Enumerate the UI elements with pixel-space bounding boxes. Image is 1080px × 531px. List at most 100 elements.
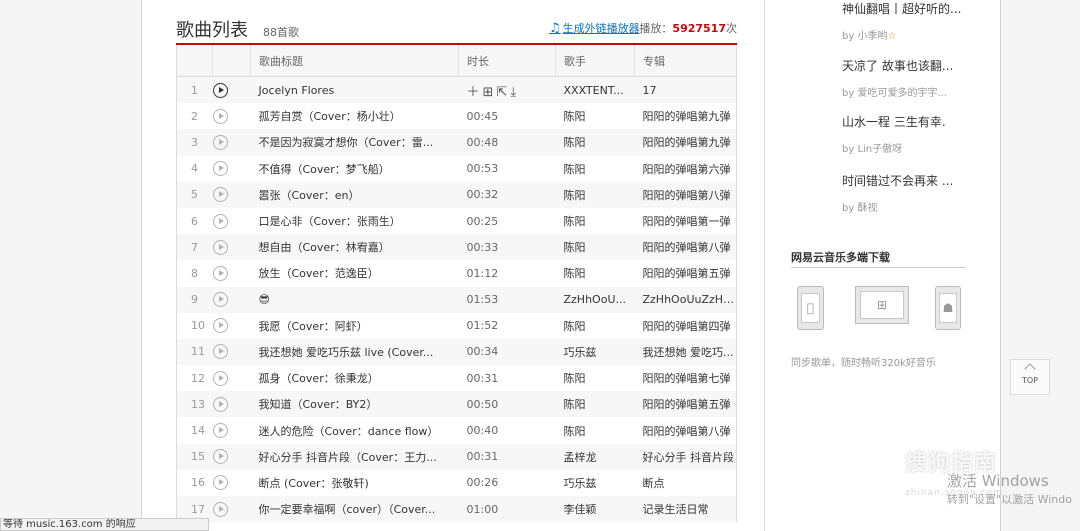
play-icon[interactable] [212,187,228,203]
song-album[interactable]: 阳阳的弹唱第九弹 [634,129,737,156]
song-album[interactable]: 阳阳的弹唱第一弹 [634,207,737,235]
song-title[interactable]: 我愿（Cover：阿虾） [250,312,459,339]
song-title[interactable]: 我知道（Cover：BY2） [250,391,459,418]
table-row[interactable]: 10 我愿（Cover：阿虾） 01:52 陈阳 阳阳的弹唱第四弹 [176,312,737,339]
sidebar-playlist-item[interactable]: 天凉了 故事也该翻... by 爱吃可爱多的宇宇... [842,57,967,99]
song-title[interactable]: 断点 (Cover：张敬轩) [250,469,459,496]
table-row[interactable]: 11 我还想她 爱吃巧乐兹 live (Cover... 00:34 巧乐兹 我还想她 … [176,338,737,366]
play-icon[interactable] [212,344,228,360]
play-cell[interactable] [212,181,251,208]
song-album[interactable]: ZzHhOoUuZzHh... [634,286,737,313]
play-icon[interactable] [212,239,228,255]
play-cell[interactable] [212,496,251,523]
generate-player-link[interactable]: ♫ 生成外链播放器 [549,20,640,36]
play-cell[interactable] [212,207,251,235]
add-icon[interactable]: ＋ [467,85,483,100]
playlist-name[interactable]: 天凉了 故事也该翻... [842,57,967,74]
song-artist[interactable]: 孟梓龙 [555,443,635,470]
sidebar-playlist-item[interactable]: 时间错过不会再来 ... by 酥视 [842,172,967,214]
song-title[interactable]: 不是因为寂寞才想你（Cover：雷... [250,129,459,156]
play-cell[interactable] [212,155,251,182]
song-album[interactable]: 阳阳的弹唱第八弹 [634,417,737,444]
playlist-name[interactable]: 神仙翻唱丨超好听的... [842,0,967,17]
play-cell[interactable] [212,391,251,418]
table-row[interactable]: 7 想自由（Cover：林宥嘉） 00:33 陈阳 阳阳的弹唱第八弹 [176,234,737,261]
android-icon[interactable]: ☗ [935,286,961,330]
play-icon[interactable] [212,134,228,150]
song-title[interactable]: 放生（Cover：范逸臣） [250,260,459,287]
song-album[interactable]: 我还想她 爱吃巧... [634,338,737,366]
song-album[interactable]: 好心分手 抖音片段 [634,443,737,470]
play-cell[interactable] [212,260,251,287]
song-album[interactable]: 17 [634,76,737,104]
windows-icon[interactable]: ⊞ [855,286,909,324]
song-artist[interactable]: 陈阳 [555,312,635,339]
song-artist[interactable]: 陈阳 [555,260,635,287]
playlist-name[interactable]: 时间错过不会再来 ... [842,172,967,189]
song-artist[interactable]: 李佳颖 [555,496,635,523]
table-row[interactable]: 12 孤身（Cover：徐秉龙） 00:31 陈阳 阳阳的弹唱第七弹 [176,365,737,392]
song-artist[interactable]: 陈阳 [555,365,635,392]
download-icon[interactable]: ⤓ [510,85,519,100]
playlist-creator[interactable]: by 小季哟☆ [842,27,967,42]
table-row[interactable]: 6 口是心非（Cover：张雨生） 00:25 陈阳 阳阳的弹唱第一弹 [176,207,737,235]
play-cell[interactable] [212,234,251,261]
play-cell[interactable] [212,103,251,130]
play-icon[interactable] [212,449,228,465]
play-icon[interactable] [212,475,228,491]
song-album[interactable]: 阳阳的弹唱第六弹 [634,155,737,182]
sidebar-playlist-item[interactable]: 神仙翻唱丨超好听的... by 小季哟☆ [842,0,967,42]
play-icon[interactable] [212,501,228,517]
play-icon[interactable] [212,213,228,229]
song-title[interactable]: 嚣张（Cover：en） [250,181,459,208]
song-artist[interactable]: ZzHhOoU... [555,286,635,313]
play-cell[interactable] [212,312,251,339]
share-icon[interactable]: ⇱ [496,85,510,100]
song-title[interactable]: 😎 [250,286,459,313]
play-cell[interactable] [212,365,251,392]
song-title[interactable]: 孤身（Cover：徐秉龙） [250,365,459,392]
song-artist[interactable]: 陈阳 [555,181,635,208]
table-row[interactable]: 16 断点 (Cover：张敬轩) 00:26 巧乐兹 断点 [176,469,737,496]
song-artist[interactable]: 陈阳 [555,234,635,261]
table-row[interactable]: 4 不值得（Cover：梦飞船） 00:53 陈阳 阳阳的弹唱第六弹 [176,155,737,182]
song-album[interactable]: 阳阳的弹唱第八弹 [634,181,737,208]
song-title[interactable]: 你一定要幸福啊（cover）（Cover... [250,496,459,523]
table-row[interactable]: 13 我知道（Cover：BY2） 00:50 陈阳 阳阳的弹唱第五弹 [176,391,737,418]
play-icon[interactable] [212,292,228,308]
song-title[interactable]: 好心分手 抖音片段（Cover：王力... [250,443,459,470]
playlist-creator[interactable]: by Lin子傲呀 [842,140,967,155]
song-album[interactable]: 阳阳的弹唱第九弹 [634,103,737,130]
play-icon[interactable] [212,161,228,177]
song-album[interactable]: 断点 [634,469,737,496]
song-artist[interactable]: 陈阳 [555,129,635,156]
apple-icon[interactable]:  [797,286,824,330]
play-icon[interactable] [212,370,228,386]
playlist-creator[interactable]: by 酥视 [842,199,967,214]
back-to-top-button[interactable]: TOP [1010,359,1050,395]
song-album[interactable]: 阳阳的弹唱第八弹 [634,234,737,261]
play-icon[interactable] [212,82,228,98]
play-cell[interactable] [212,338,251,366]
song-artist[interactable]: 陈阳 [555,155,635,182]
song-album[interactable]: 阳阳的弹唱第七弹 [634,365,737,392]
song-title[interactable]: 口是心非（Cover：张雨生） [250,207,459,235]
play-cell[interactable] [212,443,251,470]
play-cell[interactable] [212,129,251,156]
play-cell[interactable] [212,469,251,496]
song-title[interactable]: 想自由（Cover：林宥嘉） [250,234,459,261]
song-album[interactable]: 阳阳的弹唱第五弹 [634,260,737,287]
play-icon[interactable] [212,396,228,412]
song-artist[interactable]: 巧乐兹 [555,338,635,366]
play-icon[interactable] [212,108,228,124]
song-album[interactable]: 阳阳的弹唱第四弹 [634,312,737,339]
table-row[interactable]: 8 放生（Cover：范逸臣） 01:12 陈阳 阳阳的弹唱第五弹 [176,260,737,287]
song-artist[interactable]: 陈阳 [555,207,635,235]
song-title[interactable]: 我还想她 爱吃巧乐兹 live (Cover... [250,338,459,366]
table-row[interactable]: 9 😎 01:53 ZzHhOoU... ZzHhOoUuZzHh... [176,286,737,313]
play-cell[interactable] [212,76,251,104]
song-artist[interactable]: 陈阳 [555,103,635,130]
table-row[interactable]: 2 孤芳自赏（Cover：杨小壮） 00:45 陈阳 阳阳的弹唱第九弹 [176,103,737,130]
table-row[interactable]: 17 你一定要幸福啊（cover）（Cover... 01:00 李佳颖 记录生活日常 [176,496,737,523]
playlist-name[interactable]: 山水一程 三生有幸. [842,113,967,130]
